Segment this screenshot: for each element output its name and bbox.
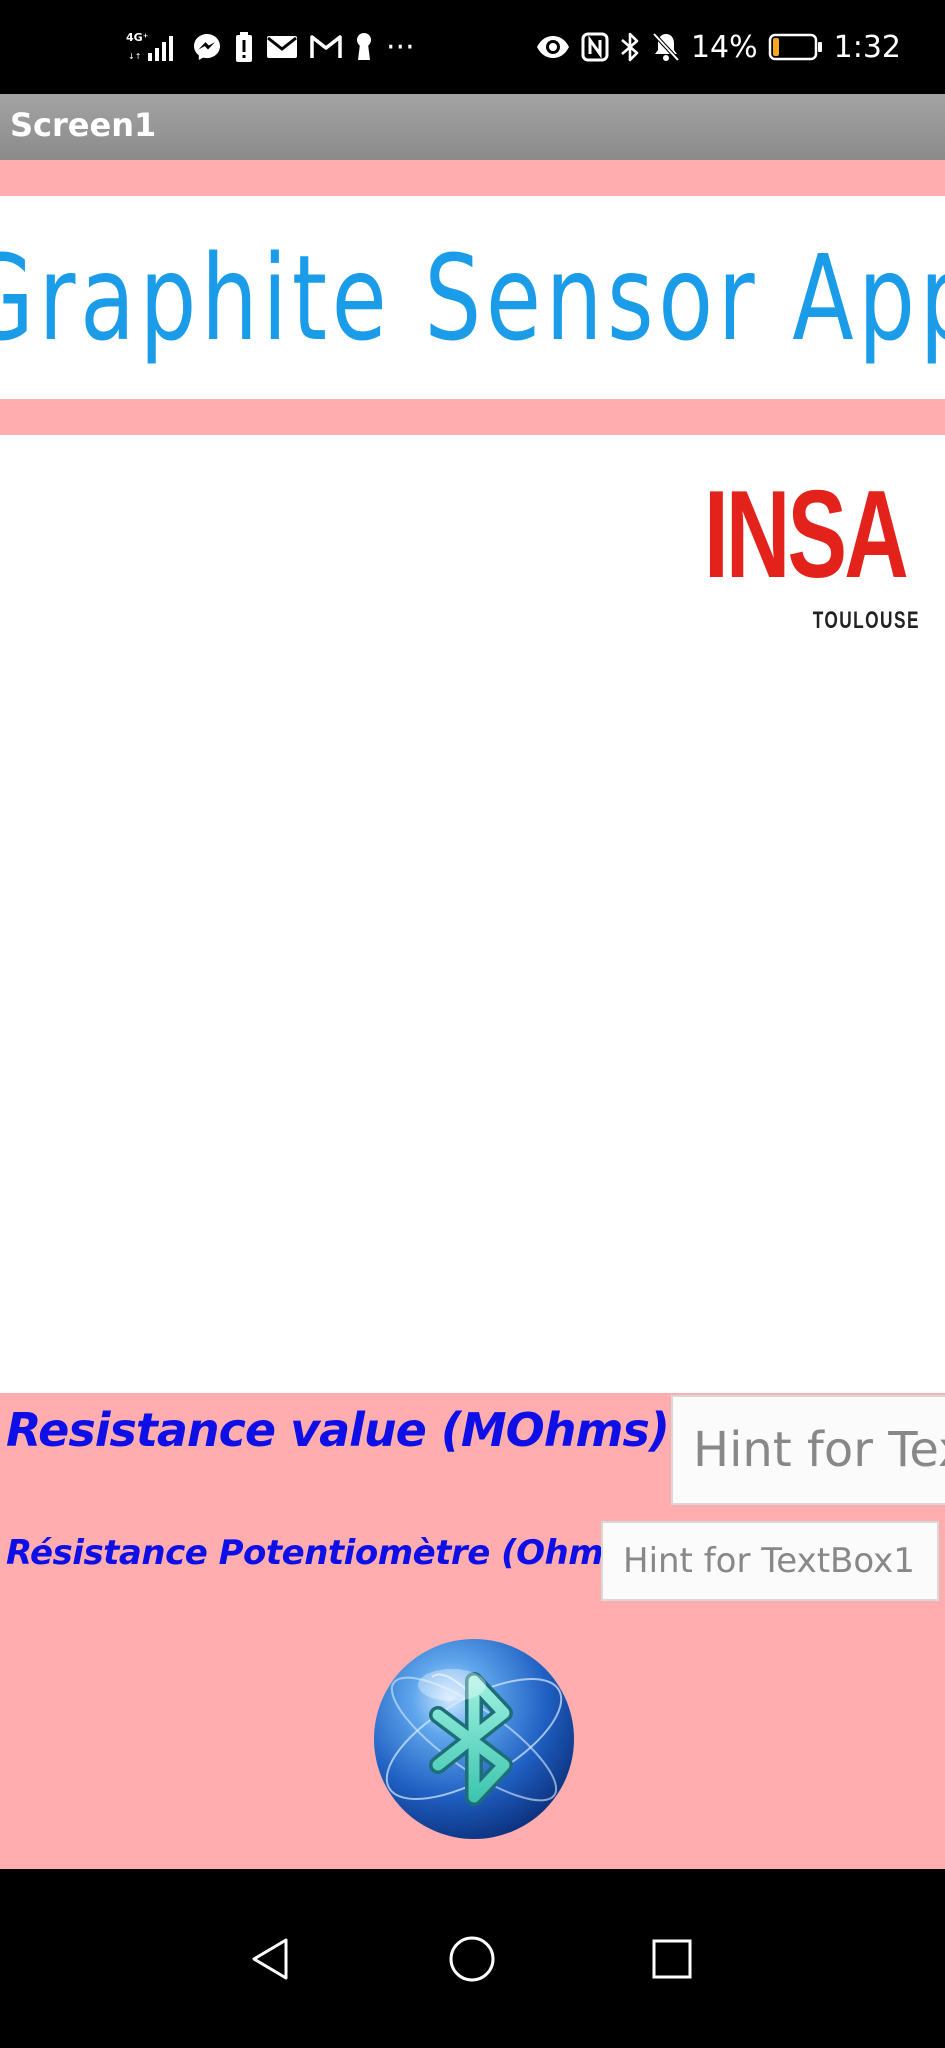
mail-icon [266,34,298,60]
screen-title: Screen1 [10,106,157,144]
clock: 1:32 [833,29,901,65]
bluetooth-icon [374,1639,574,1839]
signal-icon: 4G⁺ ↓↑ [126,29,180,65]
resistance-textbox[interactable] [671,1395,945,1505]
header-banner: Graphite Sensor App [0,196,945,399]
bluetooth-connect-button[interactable] [372,1637,576,1841]
home-icon [449,1936,495,1981]
status-bar: 4G⁺ ↓↑ ··· 14% 1:32 [0,0,945,94]
nfc-icon [581,32,609,62]
app-title-bar: Screen1 [0,94,945,160]
form-area: Resistance value (MOhms) : Résistance Po… [0,1393,945,1869]
pink-spacer-middle [0,399,945,435]
recents-button[interactable] [622,1869,722,2048]
network-type-label: 4G⁺ [126,31,149,44]
resistance-label: Resistance value (MOhms) : [6,1403,702,1457]
bluetooth-icon [619,31,641,63]
eye-icon [535,34,571,60]
potentiometer-label: Résistance Potentiomètre (Ohm) : [6,1533,643,1573]
recents-icon [652,1939,692,1978]
keyhole-icon [354,32,374,62]
status-bar-right: 14% 1:32 [535,0,901,94]
status-bar-left: 4G⁺ ↓↑ ··· [126,0,415,94]
phone-screen: 4G⁺ ↓↑ ··· 14% 1:32 Screen1 Graphite Sen… [0,0,945,2048]
back-button[interactable] [220,1869,320,2048]
insa-logo-subtitle: TOULOUSE [812,607,920,634]
app-title: Graphite Sensor App [0,228,945,367]
insa-logo-wordmark: INSA [704,466,909,604]
back-icon [252,1938,288,1979]
svg-text:↓↑: ↓↑ [128,52,141,61]
battery-level-fill [772,38,779,56]
bell-off-icon [651,31,681,63]
pink-spacer-top [0,160,945,196]
battery-icon [768,32,824,62]
battery-percent: 14% [690,29,758,65]
gmail-icon [310,34,342,60]
insa-logo: INSA TOULOUSE [704,473,920,637]
content-area: INSA TOULOUSE [0,435,945,1393]
system-nav-bar [0,1869,945,2048]
messenger-icon [192,32,222,62]
battery-alert-icon [234,31,254,63]
potentiometer-textbox[interactable] [601,1521,939,1601]
more-notifications-indicator: ··· [386,29,415,65]
home-button[interactable] [422,1869,522,2048]
